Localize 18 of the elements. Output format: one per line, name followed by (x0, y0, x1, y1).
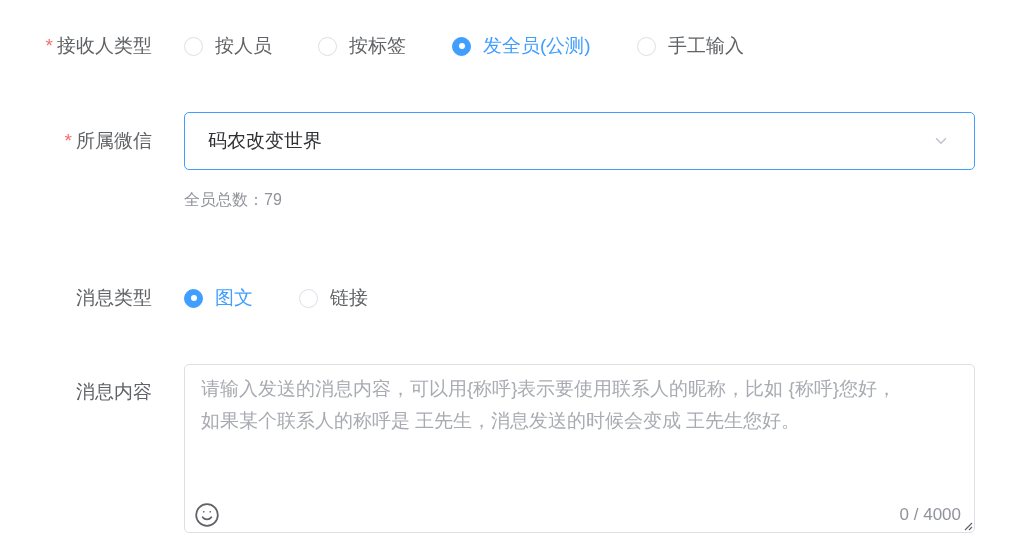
radio-label[interactable]: 链接 (330, 283, 368, 313)
required-asterisk: * (45, 33, 53, 58)
emoji-icon[interactable] (194, 502, 220, 528)
radio-button[interactable] (184, 288, 203, 308)
required-asterisk: * (64, 128, 72, 153)
field-label: 接收人类型 (57, 33, 152, 58)
radio-button[interactable] (452, 36, 471, 56)
resize-handle-icon[interactable] (963, 521, 973, 531)
member-count-hint: 全员总数：79 (184, 190, 283, 210)
radio-label[interactable]: 按标签 (349, 31, 406, 61)
character-counter: 0 / 4000 (899, 503, 961, 526)
field-label: 消息类型 (76, 285, 152, 310)
select-value: 码农改变世界 (208, 128, 322, 153)
wechat-select[interactable]: 码农改变世界 (184, 112, 975, 170)
field-label: 消息内容 (76, 380, 152, 404)
field-label: 所属微信 (76, 128, 152, 153)
radio-label[interactable]: 按人员 (215, 31, 272, 61)
radio-label[interactable]: 手工输入 (667, 31, 744, 61)
